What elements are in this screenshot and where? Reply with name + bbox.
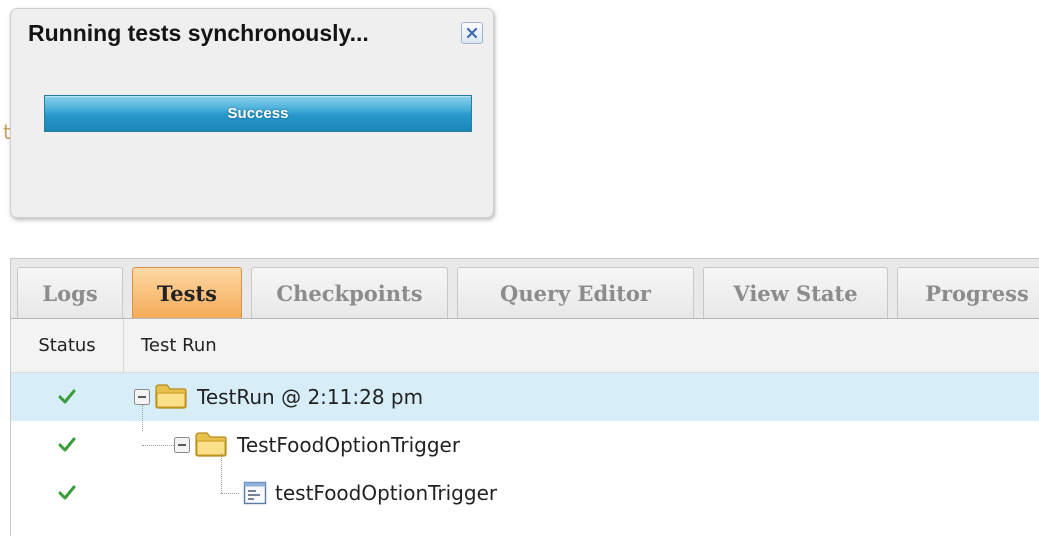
tab-bar: Logs Tests Checkpoints Query Editor View… — [10, 258, 1039, 319]
collapse-icon[interactable] — [174, 437, 190, 453]
table-row[interactable]: testFoodOptionTrigger — [11, 453, 1039, 517]
pass-check-icon — [58, 389, 76, 404]
collapse-icon[interactable] — [134, 389, 150, 405]
tree-connector — [221, 493, 239, 494]
tab-tests[interactable]: Tests — [132, 267, 242, 319]
test-method-icon — [243, 481, 267, 505]
screenshot-root: t Running tests synchronously... Success… — [0, 0, 1039, 536]
tree-connector — [142, 405, 143, 431]
folder-icon — [155, 384, 187, 409]
pass-check-icon — [58, 485, 76, 500]
row-label: TestRun @ 2:11:28 pm — [197, 385, 424, 409]
running-tests-dialog: Running tests synchronously... Success — [10, 8, 494, 218]
grid-header: Status Test Run — [11, 319, 1039, 373]
row-label: TestFoodOptionTrigger — [237, 433, 461, 457]
tab-checkpoints[interactable]: Checkpoints — [251, 267, 448, 319]
tab-progress[interactable]: Progress — [897, 267, 1039, 319]
progress-bar: Success — [44, 95, 472, 132]
tab-logs[interactable]: Logs — [17, 267, 123, 319]
column-header-test-run[interactable]: Test Run — [124, 319, 217, 372]
folder-icon — [195, 432, 227, 457]
progress-label: Success — [227, 105, 289, 122]
close-icon — [466, 27, 478, 39]
tab-query-editor[interactable]: Query Editor — [457, 267, 694, 319]
dialog-title: Running tests synchronously... — [28, 20, 369, 46]
table-row[interactable]: TestFoodOptionTrigger — [11, 405, 1039, 469]
tree-connector — [221, 453, 222, 493]
test-results-grid: Status Test Run TestRun @ 2:11:28 pm Tes… — [10, 318, 1039, 536]
tree-connector — [142, 445, 174, 446]
table-row[interactable]: TestRun @ 2:11:28 pm — [11, 373, 1039, 421]
tab-view-state[interactable]: View State — [703, 267, 888, 319]
dialog-close-button[interactable] — [461, 22, 483, 44]
pass-check-icon — [58, 437, 76, 452]
row-label: testFoodOptionTrigger — [275, 481, 498, 505]
column-header-status[interactable]: Status — [11, 319, 124, 372]
